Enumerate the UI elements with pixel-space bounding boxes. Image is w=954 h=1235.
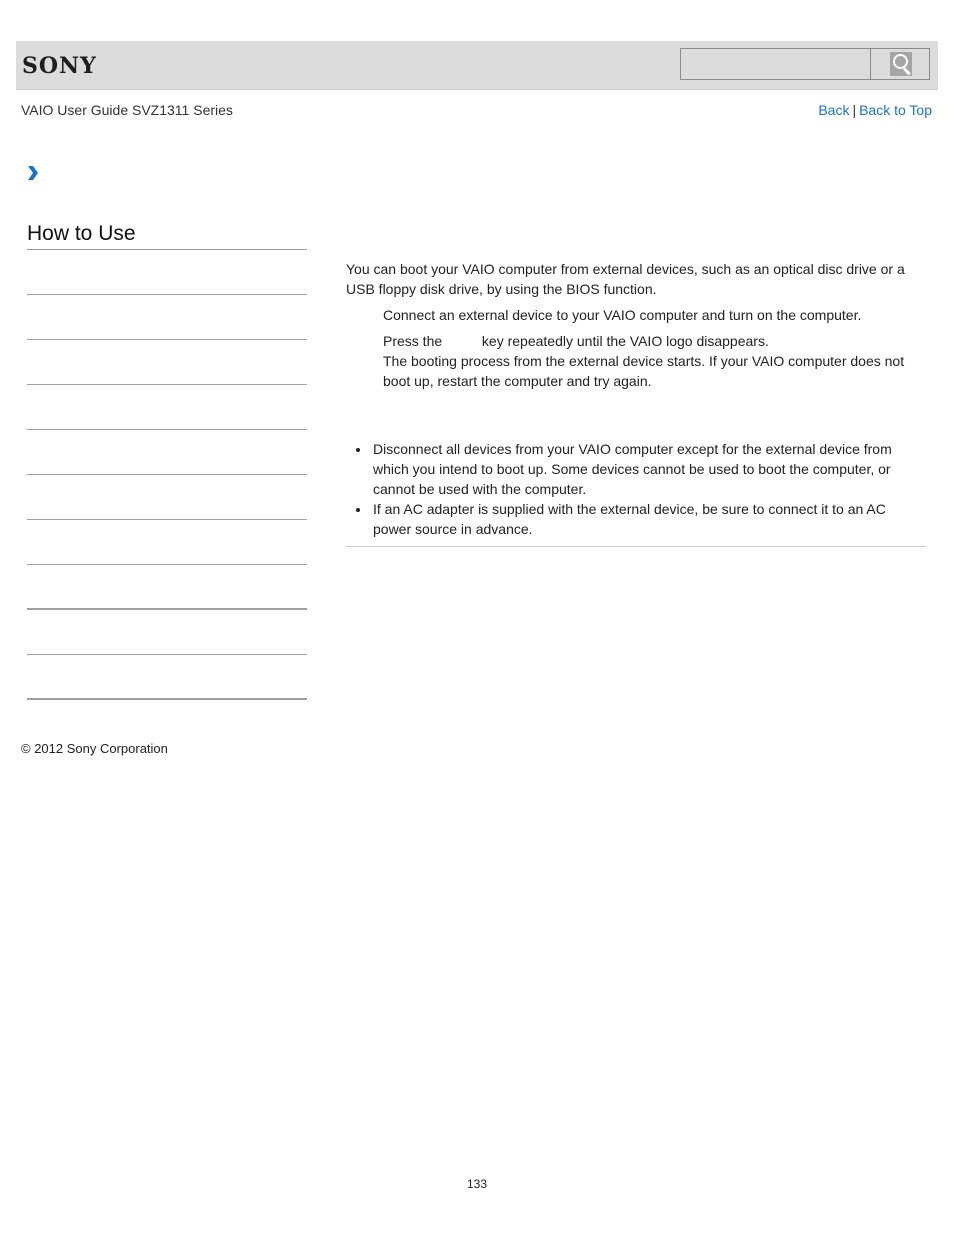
- content-divider: [346, 546, 926, 547]
- link-separator: |: [852, 102, 857, 118]
- top-links: Back | Back to Top: [818, 102, 932, 118]
- back-to-top-link[interactable]: Back to Top: [859, 102, 932, 118]
- sidebar-item[interactable]: [27, 385, 307, 430]
- main-content: You can boot your VAIO computer from ext…: [346, 259, 926, 539]
- step-text-after-key: key repeatedly until the VAIO logo disap…: [481, 333, 769, 349]
- step-text: Connect an external device to your VAIO …: [383, 307, 862, 323]
- sidebar-item[interactable]: [27, 340, 307, 385]
- chevron-right-icon[interactable]: [26, 165, 40, 181]
- note-item: Disconnect all devices from your VAIO co…: [346, 439, 926, 499]
- sidebar-item[interactable]: [27, 520, 307, 565]
- step-1: Connect an external device to your VAIO …: [383, 305, 926, 325]
- sidebar-item[interactable]: [27, 295, 307, 340]
- copyright: © 2012 Sony Corporation: [21, 741, 168, 756]
- search-input[interactable]: [681, 49, 871, 79]
- sidebar-item[interactable]: [27, 475, 307, 520]
- step-text: Press the key repeatedly until the VAIO …: [383, 331, 926, 351]
- bullet-icon: [356, 508, 360, 512]
- bullet-icon: [356, 448, 360, 452]
- notes-list: Disconnect all devices from your VAIO co…: [346, 439, 926, 539]
- header-bar: SONY: [16, 41, 938, 90]
- sidebar-item[interactable]: [27, 430, 307, 475]
- sidebar-item[interactable]: [27, 655, 307, 700]
- search-button[interactable]: [872, 49, 929, 79]
- back-link[interactable]: Back: [818, 102, 849, 118]
- step-text-before-key: Press the: [383, 333, 443, 349]
- sidebar-title: How to Use: [27, 220, 307, 250]
- note-text: If an AC adapter is supplied with the ex…: [373, 501, 886, 537]
- guide-title: VAIO User Guide SVZ1311 Series: [21, 102, 233, 118]
- page-number: 133: [466, 1177, 488, 1191]
- sony-logo: SONY: [22, 53, 97, 79]
- sidebar-item[interactable]: [27, 610, 307, 655]
- step-2: Press the key repeatedly until the VAIO …: [383, 331, 926, 391]
- note-item: If an AC adapter is supplied with the ex…: [346, 499, 926, 539]
- search-box: [680, 48, 930, 80]
- step-detail: The booting process from the external de…: [383, 353, 905, 389]
- note-text: Disconnect all devices from your VAIO co…: [373, 441, 892, 497]
- intro-paragraph: You can boot your VAIO computer from ext…: [346, 261, 905, 297]
- sidebar-item[interactable]: [27, 565, 307, 610]
- magnifier-icon: [889, 52, 912, 76]
- sidebar: How to Use: [27, 220, 307, 700]
- sidebar-item[interactable]: [27, 250, 307, 295]
